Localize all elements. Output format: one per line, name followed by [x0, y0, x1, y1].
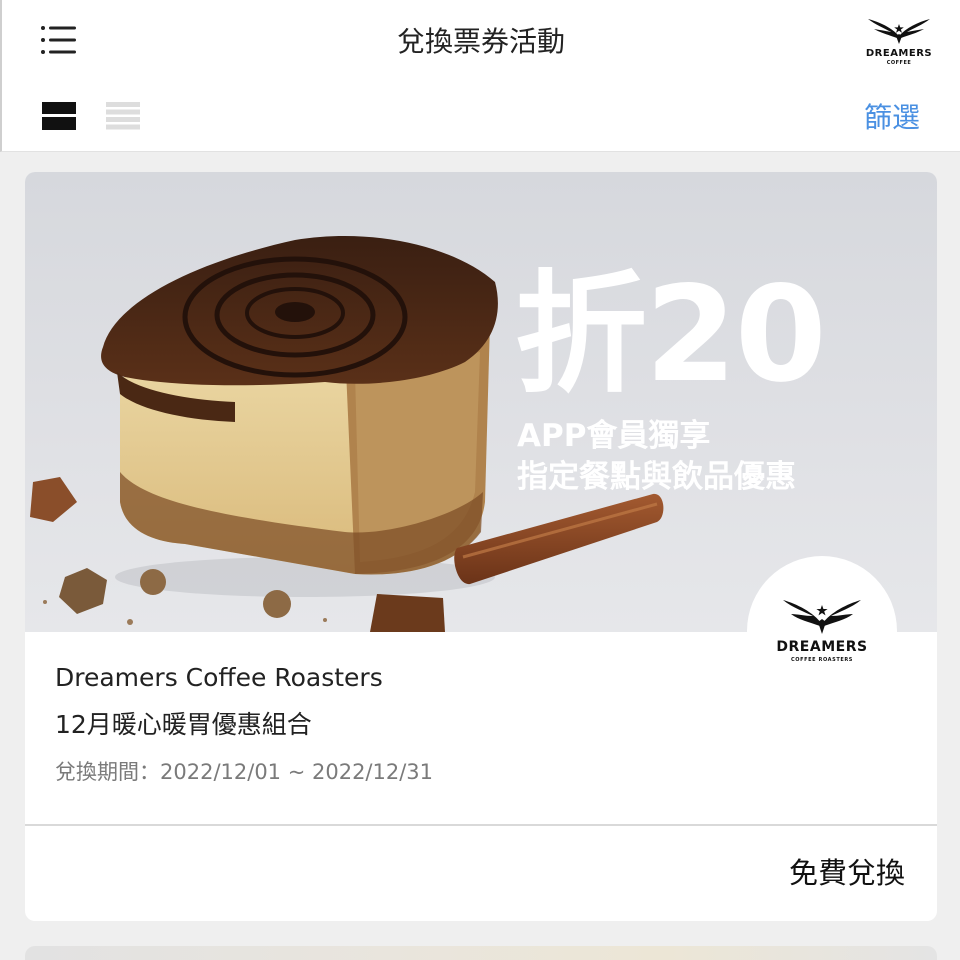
- top-bar: 兌換票券活動 DREAMERS COFFEE 篩選: [0, 0, 960, 152]
- next-coupon-card[interactable]: [25, 946, 937, 960]
- card-view-icon[interactable]: [42, 102, 76, 130]
- dreamers-coffee-logo: DREAMERS COFFEE: [864, 14, 934, 66]
- brand-logo-text: DREAMERS: [865, 48, 933, 59]
- coupon-info: Dreamers Coffee Roasters 12月暖心暖胃優惠組合 兌換期…: [55, 662, 735, 786]
- dreamers-coffee-roasters-logo: [783, 600, 861, 634]
- card-divider: [25, 824, 937, 826]
- redeem-period: 兌換期間：2022/12/01 ~ 2022/12/31: [55, 760, 434, 784]
- promo-line-1: APP會員獨享: [517, 418, 711, 454]
- filter-button[interactable]: 篩選: [842, 98, 942, 138]
- promo-line-2: 指定餐點與飲品優惠: [517, 459, 796, 495]
- list-view-icon[interactable]: [106, 102, 140, 130]
- coupon-card[interactable]: 折20 APP會員獨享 指定餐點與飲品優惠 DREAMERS COFFEE RO…: [25, 172, 937, 921]
- merchant-logo-subtext: COFFEE ROASTERS: [790, 657, 854, 663]
- page: 兌換票券活動 DREAMERS COFFEE 篩選 折20 APP會員獨享 指定…: [0, 0, 960, 960]
- wings-icon: [868, 19, 930, 44]
- coupon-name: 12月暖心暖胃優惠組合: [55, 710, 312, 739]
- free-redeem-button[interactable]: 免費兌換: [789, 853, 905, 893]
- brand-logo-subtext: COFFEE: [886, 60, 912, 66]
- discount-text: 折20: [515, 258, 827, 412]
- merchant-name: Dreamers Coffee Roasters: [55, 663, 383, 692]
- merchant-logo-text: DREAMERS: [776, 639, 868, 655]
- page-title: 兌換票券活動: [396, 25, 565, 58]
- merchant-logo-badge: DREAMERS COFFEE ROASTERS: [747, 556, 897, 706]
